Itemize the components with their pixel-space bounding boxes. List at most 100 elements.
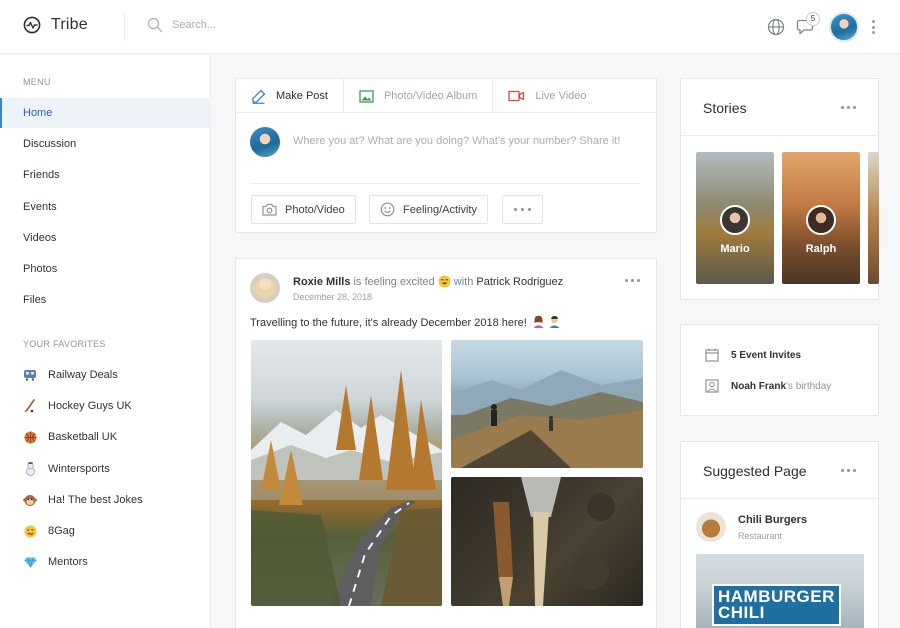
video-camera-icon: [508, 90, 525, 102]
photo-video-button[interactable]: Photo/Video: [251, 195, 356, 224]
story-name: Mario: [720, 243, 750, 255]
birthday-row[interactable]: Noah Frank's birthday: [705, 379, 831, 393]
post-more-icon[interactable]: [625, 279, 640, 282]
story-ralph[interactable]: Ralph: [782, 152, 860, 284]
sidebar-item-videos[interactable]: Videos: [0, 223, 211, 253]
sidebar: MENU Home Discussion Friends Events Vide…: [0, 55, 211, 628]
composer-divider: [250, 183, 640, 184]
composer-input[interactable]: [293, 135, 633, 147]
sidebar-item-discussion[interactable]: Discussion: [0, 129, 211, 159]
composer-tabs: Make Post Photo/Video Album Live Video: [236, 79, 656, 113]
story-mario[interactable]: Mario: [696, 152, 774, 284]
calendar-icon: [705, 348, 719, 362]
sidebar-item-label: Files: [23, 294, 47, 306]
favorites-heading: YOUR FAVORITES: [23, 339, 106, 349]
sidebar-item-files[interactable]: Files: [0, 285, 211, 315]
page-type: Restaurant: [738, 531, 783, 541]
more-vertical-icon[interactable]: [871, 20, 875, 34]
sidebar-item-label: Friends: [23, 169, 60, 181]
post-status: is feeling excited: [353, 275, 435, 288]
favorite-label: Basketball UK: [48, 431, 118, 443]
man-emoji-icon: [549, 316, 560, 328]
globe-icon[interactable]: [767, 18, 785, 36]
sidebar-item-label: Events: [23, 201, 57, 213]
tab-label: Make Post: [276, 90, 328, 102]
post-author-name[interactable]: Roxie Mills: [293, 276, 350, 288]
header-divider: [124, 13, 125, 41]
sidebar-item-label: Photos: [23, 263, 58, 275]
post-date[interactable]: December 28, 2018: [293, 292, 372, 302]
story-partial[interactable]: [868, 152, 879, 284]
camera-icon: [262, 203, 277, 216]
sidebar-item-label: Videos: [23, 232, 57, 244]
more-options-button[interactable]: [502, 195, 543, 224]
suggested-page-card: Suggested Page Chili Burgers Restaurant …: [680, 441, 879, 628]
story-avatar: [806, 205, 836, 235]
tab-photo-video-album[interactable]: Photo/Video Album: [344, 79, 494, 113]
excited-emoji-icon: [438, 275, 451, 288]
post-with-word: with: [453, 275, 474, 288]
page-cover-sign: HAMBURGER CHILI: [712, 584, 841, 626]
pulse-logo-icon: [23, 16, 41, 34]
tab-live-video[interactable]: Live Video: [493, 79, 601, 113]
search-input[interactable]: [172, 19, 372, 31]
post-author-avatar[interactable]: [250, 273, 280, 303]
sidebar-item-events[interactable]: Events: [0, 192, 211, 222]
app-logo[interactable]: Tribe: [23, 16, 88, 34]
feed-post: Roxie Mills is feeling excited with Patr…: [235, 258, 657, 628]
sidebar-item-home[interactable]: Home: [0, 98, 211, 128]
user-avatar[interactable]: [829, 12, 859, 42]
search-bar[interactable]: [147, 17, 372, 33]
event-invites-row[interactable]: 5 Event Invites: [705, 348, 801, 362]
favorite-hockey-guys-uk[interactable]: Hockey Guys UK: [23, 396, 132, 416]
stories-title: Stories: [703, 100, 747, 116]
page-cover-photo[interactable]: HAMBURGER CHILI: [696, 554, 864, 628]
post-text: Travelling to the future, it's already D…: [250, 315, 561, 329]
favorite-label: Wintersports: [48, 463, 110, 475]
snowman-icon: [23, 462, 37, 476]
stories-more-icon[interactable]: [841, 106, 856, 109]
tab-make-post[interactable]: Make Post: [236, 79, 344, 113]
post-photo-axe-knife[interactable]: [451, 477, 643, 606]
favorite-8gag[interactable]: 8Gag: [23, 521, 75, 541]
post-photo-hikers[interactable]: [451, 340, 643, 468]
favorite-railway-deals[interactable]: Railway Deals: [23, 365, 118, 385]
sidebar-item-label: Home: [23, 107, 53, 119]
monkey-icon: [23, 493, 37, 507]
more-horizontal-icon: [514, 208, 531, 211]
smiley-icon: [380, 202, 395, 217]
sidebar-item-friends[interactable]: Friends: [0, 160, 211, 190]
sidebar-item-photos[interactable]: Photos: [0, 254, 211, 284]
photo-video-label: Photo/Video: [285, 203, 345, 216]
diamond-icon: [23, 555, 37, 569]
tab-label: Photo/Video Album: [383, 90, 478, 102]
woman-emoji-icon: [533, 315, 544, 328]
story-avatar: [720, 205, 750, 235]
suggested-divider: [681, 498, 878, 499]
app-name: Tribe: [51, 16, 88, 33]
favorite-wintersports[interactable]: Wintersports: [23, 459, 110, 479]
favorite-label: Railway Deals: [48, 369, 118, 381]
favorite-basketball-uk[interactable]: Basketball UK: [23, 427, 117, 447]
menu-heading: MENU: [23, 77, 51, 87]
favorite-mentors[interactable]: Mentors: [23, 552, 88, 572]
page-avatar[interactable]: [696, 512, 726, 542]
pen-icon: [252, 89, 266, 104]
favorite-label: Hockey Guys UK: [48, 400, 132, 412]
post-photo-mountain-road[interactable]: [251, 340, 442, 606]
favorite-label: Mentors: [48, 556, 88, 568]
tongue-face-icon: [23, 524, 37, 538]
composer-avatar: [250, 127, 280, 157]
suggested-more-icon[interactable]: [841, 469, 856, 472]
favorite-ha-the-best-jokes[interactable]: Ha! The best Jokes: [23, 490, 143, 510]
post-tagged-user[interactable]: Patrick Rodriguez: [476, 276, 563, 288]
feeling-activity-button[interactable]: Feeling/Activity: [369, 195, 488, 224]
page-name[interactable]: Chili Burgers: [738, 514, 807, 526]
suggested-title: Suggested Page: [703, 463, 807, 479]
image-icon: [359, 89, 374, 103]
post-header: Roxie Mills is feeling excited with Patr…: [293, 275, 563, 288]
stories-card: Stories Mario Ralph: [680, 78, 879, 300]
favorite-label: 8Gag: [48, 525, 75, 537]
user-profile-icon: [705, 379, 719, 393]
tab-label: Live Video: [535, 90, 587, 102]
